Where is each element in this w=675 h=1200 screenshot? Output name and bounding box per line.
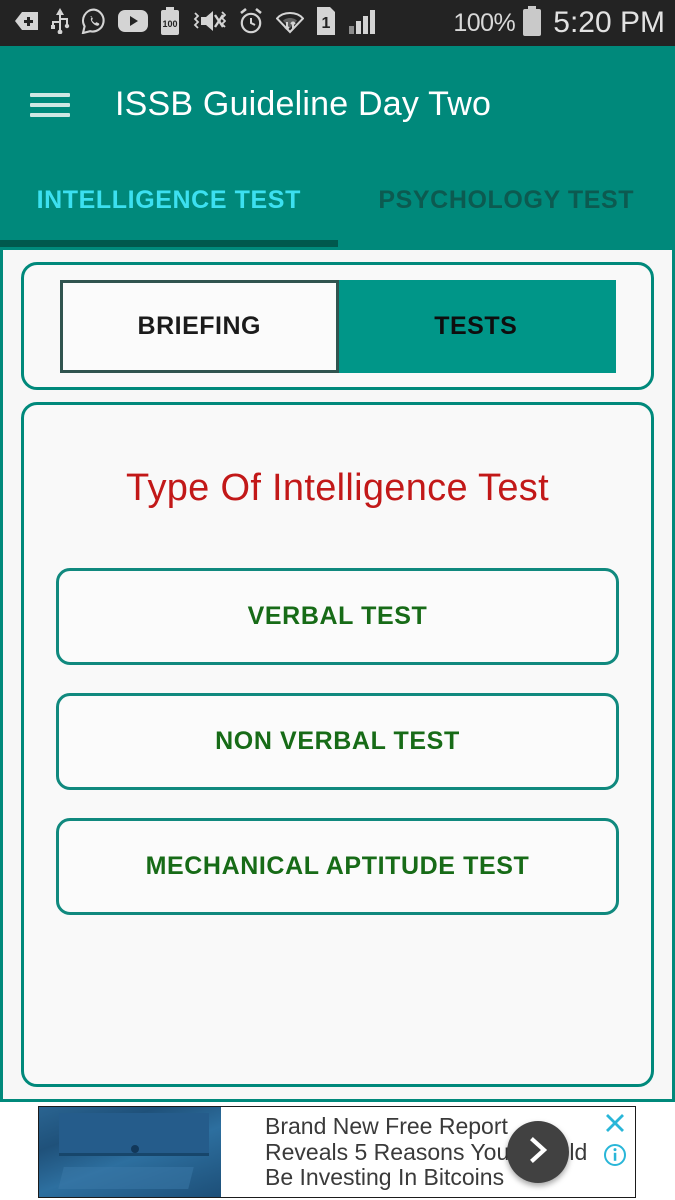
status-bar-system-info: 100% 5:20 PM [453, 5, 665, 41]
ad-headline-line-3: Be Investing In Bitcoins [265, 1164, 505, 1190]
info-circle-icon[interactable] [603, 1143, 627, 1167]
chevron-right-icon [525, 1135, 551, 1170]
tab-psychology-test[interactable]: PSYCHOLOGY TEST [338, 163, 675, 247]
ad-banner-container: Brand New Free Report Reveals 5 Reasons … [0, 1102, 675, 1200]
test-type-card: Type Of Intelligence Test VERBAL TEST NO… [21, 402, 654, 1087]
mute-vibrate-icon [192, 8, 227, 39]
signal-bars-icon [348, 8, 376, 39]
segmented-control-card: BRIEFING TESTS [21, 262, 654, 390]
ad-headline-line-1: Brand New Free Report [265, 1113, 508, 1139]
svg-text:1: 1 [322, 15, 331, 32]
ad-cta-button[interactable] [507, 1121, 569, 1183]
ad-banner[interactable]: Brand New Free Report Reveals 5 Reasons … [38, 1106, 636, 1198]
mechanical-aptitude-test-button[interactable]: MECHANICAL APTITUDE TEST [56, 818, 619, 915]
tab-bar: INTELLIGENCE TEST PSYCHOLOGY TEST [0, 163, 675, 247]
section-title: Type Of Intelligence Test [126, 467, 549, 509]
app-bar: ISSB Guideline Day Two [0, 46, 675, 163]
segment-tests[interactable]: TESTS [339, 279, 616, 373]
svg-text:100: 100 [162, 19, 177, 29]
wifi-data-icon [275, 8, 305, 39]
plus-tag-icon [14, 10, 39, 37]
battery-saver-100-icon: 100 [159, 6, 181, 40]
test-type-list: VERBAL TEST NON VERBAL TEST MECHANICAL A… [56, 568, 619, 915]
close-x-icon[interactable] [603, 1111, 627, 1135]
segment-briefing[interactable]: BRIEFING [59, 279, 339, 373]
battery-full-icon [522, 5, 542, 41]
youtube-icon [118, 9, 148, 37]
ad-controls [603, 1111, 627, 1167]
verbal-test-button[interactable]: VERBAL TEST [56, 568, 619, 665]
ad-headline-line-2: Reveals 5 Reasons You Should [265, 1138, 588, 1165]
segmented-control: BRIEFING TESTS [59, 279, 616, 373]
status-bar: 100 1 100% 5:20 PM [0, 0, 675, 46]
non-verbal-test-button[interactable]: NON VERBAL TEST [56, 693, 619, 790]
hamburger-menu-icon[interactable] [30, 90, 70, 120]
sim-1-icon: 1 [315, 6, 337, 40]
ad-thumbnail-image [39, 1107, 221, 1197]
usb-icon [50, 7, 70, 39]
whatsapp-icon [81, 8, 107, 39]
battery-percentage-label: 100% [453, 8, 516, 37]
page-content: BRIEFING TESTS Type Of Intelligence Test… [0, 247, 675, 1102]
clock-label: 5:20 PM [553, 6, 665, 39]
tab-intelligence-test[interactable]: INTELLIGENCE TEST [0, 163, 338, 247]
status-bar-notification-icons: 100 1 [14, 6, 453, 40]
page-title: ISSB Guideline Day Two [115, 85, 492, 123]
ad-text-block: Brand New Free Report Reveals 5 Reasons … [221, 1107, 635, 1197]
tab-active-indicator [0, 240, 338, 247]
alarm-icon [237, 7, 265, 40]
